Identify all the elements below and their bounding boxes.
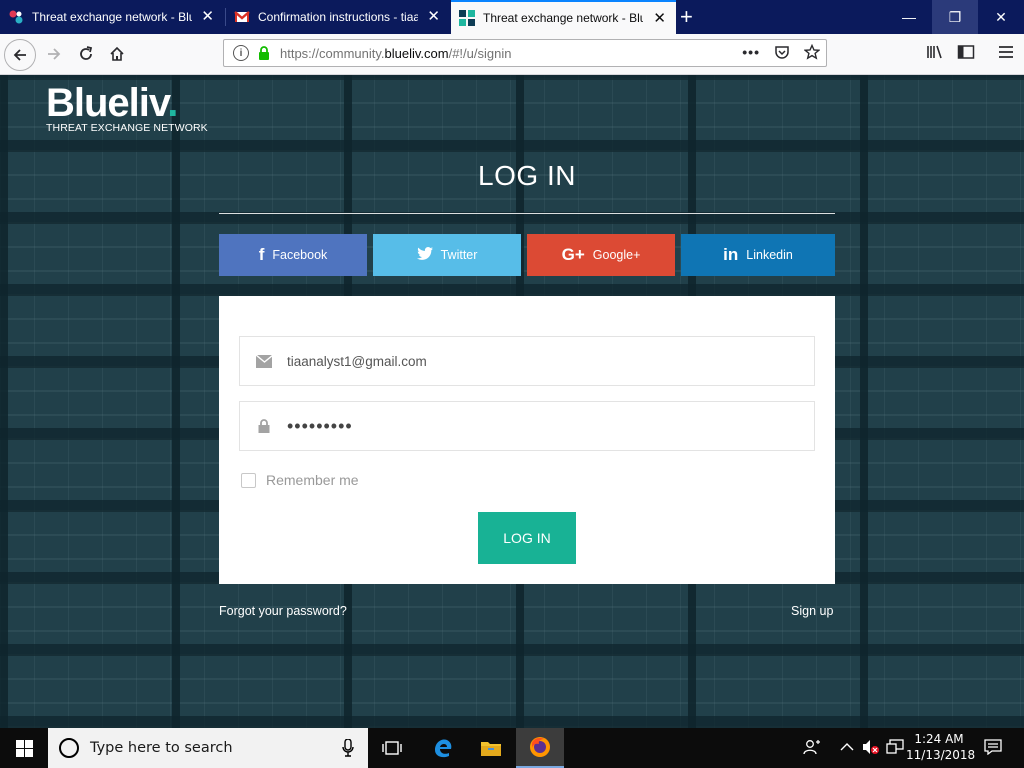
page-content: Blueliv. THREAT EXCHANGE NETWORK LOG IN … [0, 75, 1024, 728]
email-input[interactable] [285, 352, 789, 370]
brand-name: Blueliv [46, 81, 168, 125]
edge-browser-icon[interactable] [419, 728, 467, 768]
tab-gmail[interactable]: Confirmation instructions - tiaanalyst1@… [226, 0, 450, 34]
minimize-window-icon[interactable]: — [886, 0, 932, 34]
secure-lock-icon[interactable] [258, 46, 270, 60]
tab-title: Threat exchange network - Blueliv [32, 10, 192, 24]
tab-title: Confirmation instructions - tiaanalyst1@… [258, 10, 418, 24]
cortana-icon [59, 738, 79, 758]
facebook-label: Facebook [272, 248, 328, 262]
close-tab-icon[interactable]: ✕ [653, 11, 666, 27]
facebook-icon: f [258, 245, 265, 264]
bookmark-star-icon[interactable] [803, 43, 821, 63]
linkedin-login-button[interactable]: in Linkedin [681, 234, 835, 276]
close-window-icon[interactable]: ✕ [978, 0, 1024, 34]
system-clock[interactable]: 1:24 AM 11/13/2018 [906, 731, 976, 763]
twitter-icon [416, 247, 433, 263]
blueliv-logo[interactable]: Blueliv. THREAT EXCHANGE NETWORK [46, 81, 208, 134]
file-explorer-icon[interactable] [467, 728, 515, 768]
close-tab-icon[interactable]: ✕ [201, 9, 214, 25]
linkedin-icon: in [723, 245, 739, 264]
pocket-icon[interactable] [774, 44, 790, 63]
clock-time: 1:24 AM [914, 732, 964, 746]
search-placeholder: Type here to search [90, 740, 233, 756]
password-field[interactable] [239, 401, 815, 451]
hamburger-menu-icon[interactable] [998, 44, 1014, 64]
page-actions-icon[interactable]: ••• [742, 44, 760, 63]
close-tab-icon[interactable]: ✕ [427, 9, 440, 25]
site-info-icon[interactable]: i [233, 45, 249, 61]
page-title: LOG IN [478, 160, 576, 191]
chevron-up-icon[interactable] [840, 740, 854, 755]
blueliv-favicon-icon [8, 9, 24, 25]
googleplus-icon: G+ [561, 245, 585, 264]
sign-up-link[interactable]: Sign up [791, 604, 833, 618]
action-center-icon[interactable] [984, 739, 1002, 758]
forward-arrow-icon[interactable] [38, 38, 70, 70]
new-tab-icon[interactable]: + [680, 4, 693, 30]
forgot-password-link[interactable]: Forgot your password? [219, 604, 347, 618]
facebook-login-button[interactable]: f Facebook [219, 234, 367, 276]
twitter-login-button[interactable]: Twitter [373, 234, 521, 276]
checkbox-icon[interactable] [241, 472, 256, 488]
microphone-icon[interactable] [342, 738, 354, 762]
home-icon[interactable] [101, 38, 133, 70]
taskbar: Type here to search 1:24 AM 11/13/2018 [0, 728, 1024, 768]
firefox-icon[interactable] [516, 728, 564, 768]
url-text: https://community.blueliv.com/#!/u/signi… [280, 45, 512, 61]
back-arrow-icon[interactable] [4, 39, 36, 71]
linkedin-label: Linkedin [746, 248, 793, 262]
tab-blueliv-active[interactable]: Threat exchange network - Blueliv ✕ [451, 0, 676, 34]
library-icon[interactable] [926, 44, 944, 64]
volume-muted-icon[interactable] [862, 739, 880, 758]
tab-title: Threat exchange network - Blueliv [483, 11, 643, 25]
brand-dot: . [167, 81, 178, 125]
gmail-favicon-icon [234, 9, 250, 25]
login-button[interactable]: LOG IN [478, 512, 576, 564]
brand-tagline: THREAT EXCHANGE NETWORK [46, 122, 208, 134]
people-icon[interactable] [803, 739, 821, 758]
remember-me-label: Remember me [266, 472, 359, 488]
task-view-icon[interactable] [368, 728, 416, 768]
blueliv-favicon-icon [459, 10, 475, 26]
remember-me-checkbox[interactable]: Remember me [241, 472, 359, 488]
navigation-bar: i https://community.blueliv.com/#!/u/sig… [0, 34, 1024, 75]
reload-icon[interactable] [70, 38, 102, 70]
restore-window-icon[interactable]: ❐ [932, 0, 978, 34]
googleplus-label: Google+ [592, 248, 641, 262]
googleplus-login-button[interactable]: G+ Google+ [527, 234, 675, 276]
divider [219, 213, 835, 214]
password-input[interactable] [285, 414, 789, 438]
taskbar-search-box[interactable]: Type here to search [48, 728, 368, 768]
clock-date: 11/13/2018 [906, 748, 976, 762]
login-form: Remember me LOG IN [219, 296, 835, 584]
address-bar[interactable]: i https://community.blueliv.com/#!/u/sig… [223, 39, 827, 67]
windows-start-icon[interactable] [0, 728, 48, 768]
network-icon[interactable] [886, 739, 904, 758]
sidebar-icon[interactable] [957, 44, 975, 64]
lock-icon [256, 419, 272, 433]
twitter-label: Twitter [440, 248, 478, 262]
tab-strip: Threat exchange network - Blueliv ✕ Conf… [0, 0, 1024, 34]
email-field[interactable] [239, 336, 815, 386]
envelope-icon [256, 354, 272, 368]
tab-blueliv-1[interactable]: Threat exchange network - Blueliv ✕ [0, 0, 224, 34]
